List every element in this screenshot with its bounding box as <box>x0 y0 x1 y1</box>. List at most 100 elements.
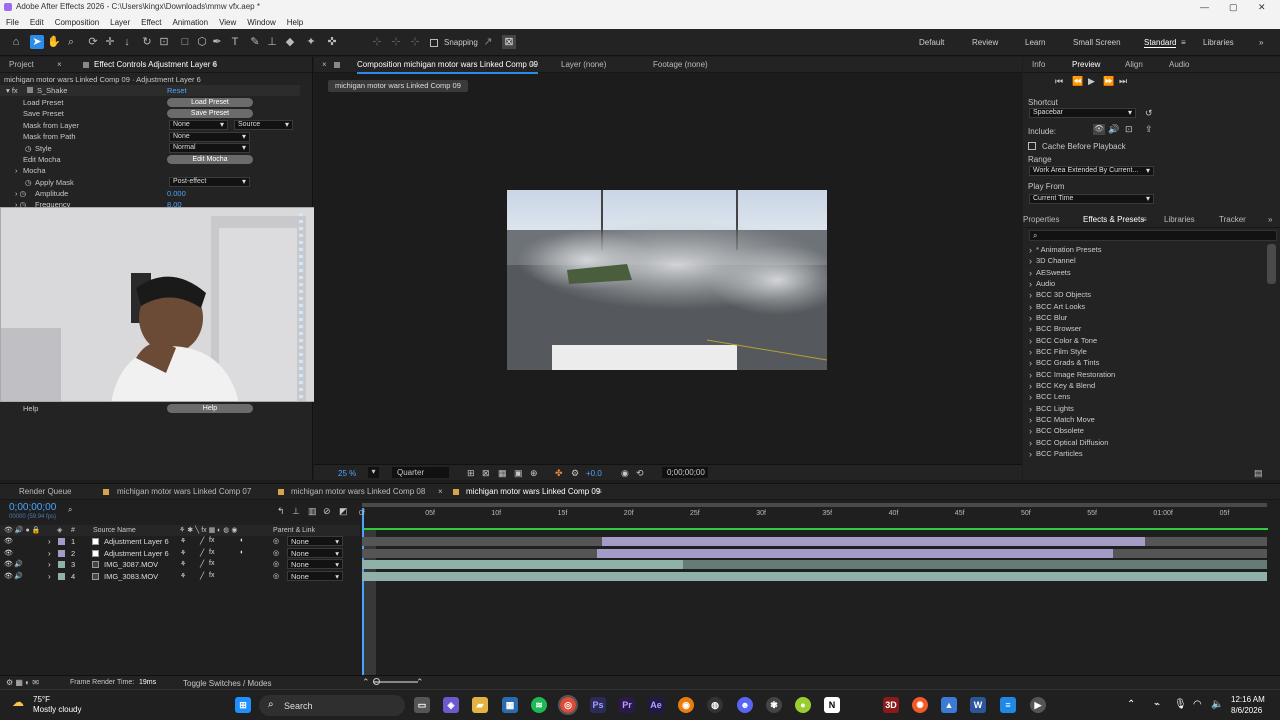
visibility-icon[interactable]: 👁 <box>4 549 13 557</box>
axis-world-icon[interactable]: ⊹ <box>389 35 403 49</box>
audio-icon[interactable]: 🔊 <box>14 560 23 568</box>
effect-category[interactable]: BCC Lights <box>1029 403 1074 414</box>
workspace-menu-icon[interactable]: ≡ <box>1181 38 1186 47</box>
col-parent-link[interactable]: Parent & Link <box>273 527 315 534</box>
layer-name[interactable]: IMG_3087.MOV <box>104 560 158 569</box>
label-color-icon[interactable] <box>58 572 65 580</box>
col-source-name[interactable]: Source Name <box>93 527 136 534</box>
show-snapshot-icon[interactable]: ⟲ <box>636 468 644 479</box>
effect-category[interactable]: BCC 3D Objects <box>1029 289 1091 300</box>
brush-tool-icon[interactable]: ✎ <box>248 35 262 49</box>
play-from-dropdown[interactable]: Current Time <box>1029 194 1154 204</box>
effect-category[interactable]: BCC Key & Blend <box>1029 380 1095 391</box>
quality-icon[interactable]: ╱ <box>200 572 204 580</box>
expand-layer-icon[interactable]: › <box>48 549 51 558</box>
load-preset-button[interactable]: Load Preset <box>167 98 253 107</box>
snap-grid-icon[interactable]: ⊠ <box>502 35 516 49</box>
axis-view-icon[interactable]: ⊹ <box>408 35 422 49</box>
workspace-default[interactable]: Default <box>919 38 944 47</box>
expand-layer-icon[interactable]: › <box>48 537 51 546</box>
pickwhip-icon[interactable]: ◎ <box>273 549 279 557</box>
stopwatch-icon[interactable]: ◷ <box>25 143 32 154</box>
tab-layer[interactable]: Layer (none) <box>561 60 606 69</box>
effect-category[interactable]: BCC Art Looks <box>1029 301 1085 312</box>
notepad-icon[interactable]: ≡ <box>1000 697 1016 713</box>
label-color-icon[interactable] <box>58 549 65 557</box>
media-player-icon[interactable]: ▶ <box>1030 697 1046 713</box>
chevron-up-icon[interactable]: ⌃ <box>1127 699 1135 710</box>
store-icon[interactable]: ▦ <box>502 697 518 713</box>
apply-mask-dropdown[interactable]: Post-effect <box>169 177 250 187</box>
shape-3d-tool-icon[interactable]: ⬡ <box>195 35 209 49</box>
effect-category[interactable]: BCC Film Style <box>1029 346 1087 357</box>
notion-icon[interactable]: N <box>824 697 840 713</box>
parent-dropdown[interactable]: None ▾ <box>287 559 343 569</box>
close-icon[interactable]: ✕ <box>1258 2 1266 13</box>
file-explorer-icon[interactable]: ▰ <box>472 697 488 713</box>
zoom-dropdown[interactable]: 25 % <box>338 469 356 478</box>
snap-options-icon[interactable]: ↗ <box>481 35 495 49</box>
comp-mini-flowchart-icon[interactable]: ↰ <box>277 506 285 517</box>
weather-icon[interactable]: ☁ <box>12 695 24 709</box>
tab-footage[interactable]: Footage (none) <box>653 60 708 69</box>
reset-link[interactable]: Reset <box>167 85 187 96</box>
label-color-icon[interactable] <box>58 538 65 545</box>
include-layer-controls-icon[interactable]: ⇪ <box>1145 124 1153 135</box>
mask-from-path-dropdown[interactable]: None <box>169 132 250 142</box>
tab-comp-07[interactable]: michigan motor wars Linked Comp 07 <box>117 487 251 496</box>
effect-category[interactable]: BCC Lens <box>1029 391 1070 402</box>
menu-layer[interactable]: Layer <box>110 18 130 27</box>
resolution-dropdown[interactable]: Quarter <box>392 467 449 478</box>
clock-date[interactable]: 8/6/2026 <box>1231 706 1262 715</box>
shy-icon[interactable]: ⚘ <box>180 537 186 545</box>
reset-shortcut-icon[interactable]: ↺ <box>1145 108 1153 119</box>
mocha-expand-icon[interactable]: › <box>15 165 18 176</box>
workspace-small-screen[interactable]: Small Screen <box>1073 38 1121 47</box>
mask-visibility-icon[interactable]: ▣ <box>514 468 523 479</box>
workspace-learn[interactable]: Learn <box>1025 38 1045 47</box>
workspace-review[interactable]: Review <box>972 38 998 47</box>
fx-icon[interactable]: fx <box>209 537 214 544</box>
visibility-icon[interactable]: 👁 <box>4 537 13 545</box>
discord-icon[interactable]: ☻ <box>737 697 753 713</box>
effect-category[interactable]: BCC Grads & Tints <box>1029 357 1099 368</box>
new-bin-icon[interactable]: ▤ <box>1254 468 1263 479</box>
style-dropdown[interactable]: Normal <box>169 143 250 153</box>
effects-scrollbar[interactable] <box>1267 244 1276 284</box>
layer-bar[interactable] <box>362 560 684 569</box>
save-preset-button[interactable]: Save Preset <box>167 109 253 118</box>
effect-category[interactable]: BCC Particles <box>1029 448 1083 459</box>
tab-effects-presets[interactable]: Effects & Presets <box>1083 215 1144 224</box>
shy-icon[interactable]: ⚘ <box>180 572 186 580</box>
effect-category[interactable]: Audio <box>1029 278 1055 289</box>
include-video-icon[interactable]: 👁 <box>1093 124 1105 135</box>
blender-icon[interactable]: ◉ <box>678 697 694 713</box>
adjustment-layer-icon[interactable]: ◐ <box>240 537 244 544</box>
layer-bar[interactable] <box>601 537 1145 546</box>
quality-icon[interactable]: ╱ <box>200 560 204 568</box>
tab-tracker[interactable]: Tracker <box>1219 215 1246 224</box>
panel-menu-icon[interactable]: ≡ <box>531 60 536 69</box>
puppet-pin-tool-icon[interactable]: ✜ <box>325 35 339 49</box>
menu-help[interactable]: Help <box>287 18 303 27</box>
roto-brush-tool-icon[interactable]: ✦ <box>304 35 318 49</box>
close-tab-icon[interactable]: × <box>438 487 443 496</box>
tab-preview[interactable]: Preview <box>1072 60 1100 69</box>
layer-name[interactable]: IMG_3083.MOV <box>104 572 158 581</box>
label-color-icon[interactable] <box>58 561 65 568</box>
effect-category[interactable]: BCC Optical Diffusion <box>1029 437 1108 448</box>
stopwatch-icon[interactable]: ◷ <box>25 177 32 188</box>
chrome-icon[interactable]: ◎ <box>558 695 578 715</box>
zoom-tool-icon[interactable]: ⌕ <box>64 35 78 49</box>
amplitude-expand-icon[interactable]: › ◷ <box>15 188 26 199</box>
pickwhip-icon[interactable]: ◎ <box>273 560 279 568</box>
premiere-icon[interactable]: Pr <box>619 697 635 713</box>
table-row[interactable]: 👁 🔊 › 3 IMG_3087.MOV ⚘ ╱ fx ◎ None ▾ <box>0 559 360 570</box>
fx-icon[interactable]: fx <box>209 572 214 579</box>
adjustment-layer-icon[interactable]: ◐ <box>240 549 244 556</box>
expand-layer-icon[interactable]: › <box>48 560 51 569</box>
exposure-value[interactable]: +0.0 <box>586 469 602 478</box>
shy-icon[interactable]: ⚘ <box>180 549 186 557</box>
region-of-interest-icon[interactable]: ⊞ <box>467 468 475 479</box>
layer-bar[interactable] <box>362 571 1267 581</box>
